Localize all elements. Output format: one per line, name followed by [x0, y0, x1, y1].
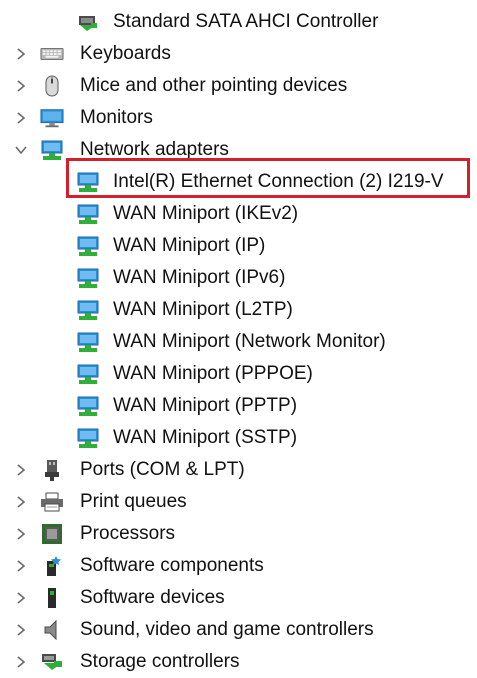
chevron-right-icon[interactable] — [12, 652, 30, 672]
tree-item-label: WAN Miniport (PPTP) — [113, 395, 298, 416]
network-adapter-icon — [40, 139, 64, 161]
tree-item-label: Ports (COM & LPT) — [80, 459, 245, 480]
tree-item-label: Monitors — [80, 107, 153, 128]
tree-item-wan-miniport-network-monitor[interactable]: WAN Miniport (Network Monitor) — [0, 326, 477, 358]
monitor-icon — [40, 107, 64, 129]
chevron-right-icon[interactable] — [12, 556, 30, 576]
tree-item-label: Print queues — [80, 491, 187, 512]
tree-category-print-queues[interactable]: Print queues — [0, 486, 477, 518]
network-adapter-icon — [76, 363, 100, 385]
chevron-right-icon[interactable] — [12, 588, 30, 608]
mouse-icon — [40, 75, 64, 97]
tree-category-sound-video-game[interactable]: Sound, video and game controllers — [0, 614, 477, 646]
software-device-icon — [40, 587, 64, 609]
tree-item-label: Software devices — [80, 587, 225, 608]
device-manager-tree: Standard SATA AHCI Controller Keyboards … — [0, 0, 477, 675]
tree-item-wan-miniport-ikev2[interactable]: WAN Miniport (IKEv2) — [0, 198, 477, 230]
tree-item-wan-miniport-l2tp[interactable]: WAN Miniport (L2TP) — [0, 294, 477, 326]
tree-item-label: Storage controllers — [80, 651, 240, 672]
chevron-right-icon[interactable] — [12, 620, 30, 640]
tree-category-network-adapters[interactable]: Network adapters — [0, 134, 477, 166]
tree-item-wan-miniport-sstp[interactable]: WAN Miniport (SSTP) — [0, 422, 477, 454]
chevron-right-icon[interactable] — [12, 44, 30, 64]
chevron-right-icon[interactable] — [12, 76, 30, 96]
storage-controller-icon — [40, 651, 64, 673]
tree-category-monitors[interactable]: Monitors — [0, 102, 477, 134]
tree-item-label: Intel(R) Ethernet Connection (2) I219-V — [113, 171, 444, 192]
tree-item-label: Network adapters — [80, 139, 229, 160]
port-icon — [40, 459, 64, 481]
speaker-icon — [40, 619, 64, 641]
network-adapter-icon — [76, 395, 100, 417]
network-adapter-icon — [76, 299, 100, 321]
tree-category-storage-controllers[interactable]: Storage controllers — [0, 646, 477, 678]
tree-category-keyboards[interactable]: Keyboards — [0, 38, 477, 70]
keyboard-icon — [40, 43, 64, 65]
tree-item-label: Standard SATA AHCI Controller — [113, 11, 379, 32]
tree-item-intel-ethernet-connection[interactable]: Intel(R) Ethernet Connection (2) I219-V — [0, 166, 477, 198]
tree-category-software-devices[interactable]: Software devices — [0, 582, 477, 614]
tree-item-label: Sound, video and game controllers — [80, 619, 374, 640]
tree-item-label: WAN Miniport (IKEv2) — [113, 203, 299, 224]
chevron-right-icon[interactable] — [12, 108, 30, 128]
network-adapter-icon — [76, 267, 100, 289]
network-adapter-icon — [76, 331, 100, 353]
tree-category-mice[interactable]: Mice and other pointing devices — [0, 70, 477, 102]
network-adapter-icon — [76, 427, 100, 449]
tree-category-processors[interactable]: Processors — [0, 518, 477, 550]
tree-item-label: WAN Miniport (SSTP) — [113, 427, 298, 448]
chevron-right-icon[interactable] — [12, 460, 30, 480]
tree-item-label: WAN Miniport (Network Monitor) — [113, 331, 386, 352]
chevron-right-icon[interactable] — [12, 492, 30, 512]
tree-item-label: Mice and other pointing devices — [80, 75, 348, 96]
tree-item-label: WAN Miniport (IPv6) — [113, 267, 286, 288]
tree-item-standard-sata-ahci-controller[interactable]: Standard SATA AHCI Controller — [0, 6, 477, 38]
tree-item-wan-miniport-pppoe[interactable]: WAN Miniport (PPPOE) — [0, 358, 477, 390]
tree-item-wan-miniport-ip[interactable]: WAN Miniport (IP) — [0, 230, 477, 262]
tree-item-label: WAN Miniport (IP) — [113, 235, 266, 256]
network-adapter-icon — [76, 235, 100, 257]
tree-item-wan-miniport-pptp[interactable]: WAN Miniport (PPTP) — [0, 390, 477, 422]
tree-item-wan-miniport-ipv6[interactable]: WAN Miniport (IPv6) — [0, 262, 477, 294]
chevron-right-icon[interactable] — [12, 524, 30, 544]
tree-item-label: Processors — [80, 523, 176, 544]
storage-controller-icon — [76, 11, 100, 33]
processor-icon — [40, 523, 64, 545]
chevron-down-icon[interactable] — [12, 140, 30, 160]
tree-item-label: Software components — [80, 555, 264, 576]
network-adapter-icon — [76, 203, 100, 225]
tree-category-ports[interactable]: Ports (COM & LPT) — [0, 454, 477, 486]
tree-item-label: Keyboards — [80, 43, 171, 64]
tree-category-software-components[interactable]: Software components — [0, 550, 477, 582]
tree-item-label: WAN Miniport (PPPOE) — [113, 363, 313, 384]
tree-item-label: WAN Miniport (L2TP) — [113, 299, 293, 320]
software-component-icon — [40, 555, 64, 577]
network-adapter-icon — [76, 171, 100, 193]
printer-icon — [40, 491, 64, 513]
